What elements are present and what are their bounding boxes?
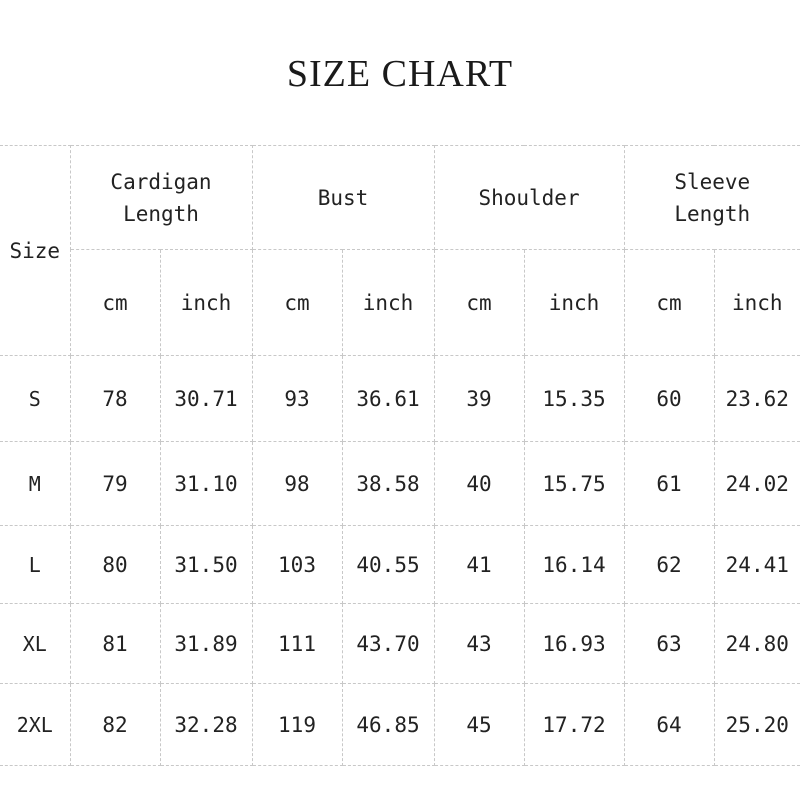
table-row: L 80 31.50 103 40.55 41 16.14 62 24.41 (0, 525, 800, 604)
table-cell: 60 (623, 355, 715, 442)
table-cell: 63 (623, 603, 715, 684)
table-row: 2XL 82 32.28 119 46.85 45 17.72 64 25.20 (0, 683, 800, 766)
sleeve-length-line2: Length (674, 201, 751, 226)
table-cell: 15.35 (523, 355, 625, 442)
sleeve-length-header: Sleeve Length (623, 145, 800, 250)
cardigan-length-line2: Length (123, 201, 199, 226)
shoulder-header: Shoulder (433, 145, 625, 250)
table-cell: 25.20 (713, 683, 800, 766)
table-cell: 93 (251, 355, 343, 442)
table-cell: 24.41 (713, 525, 800, 604)
cardigan-length-line1: Cardigan (110, 169, 212, 194)
table-cell: 32.28 (159, 683, 253, 766)
size-label: S (0, 355, 71, 442)
table-cell: 17.72 (523, 683, 625, 766)
table-cell: 78 (69, 355, 161, 442)
table-cell: 80 (69, 525, 161, 604)
table-cell: 31.89 (159, 603, 253, 684)
table-cell: 46.85 (341, 683, 435, 766)
size-chart-table: Size Cardigan Length Bust Shoulder Sleev… (0, 145, 800, 766)
table-cell: 15.75 (523, 441, 625, 526)
unit-cm: cm (251, 249, 343, 356)
table-cell: 30.71 (159, 355, 253, 442)
unit-cm: cm (433, 249, 525, 356)
shoulder-line1: Shoulder (478, 185, 580, 210)
unit-cm: cm (623, 249, 715, 356)
table-cell: 40 (433, 441, 525, 526)
table-cell: 98 (251, 441, 343, 526)
size-label: L (0, 525, 71, 604)
table-cell: 82 (69, 683, 161, 766)
unit-inch: inch (523, 249, 625, 356)
table-cell: 45 (433, 683, 525, 766)
sleeve-length-line1: Sleeve (674, 169, 751, 194)
table-cell: 111 (251, 603, 343, 684)
table-cell: 24.80 (713, 603, 800, 684)
table-cell: 23.62 (713, 355, 800, 442)
table-cell: 16.14 (523, 525, 625, 604)
table-cell: 38.58 (341, 441, 435, 526)
table-cell: 79 (69, 441, 161, 526)
table-cell: 39 (433, 355, 525, 442)
table-cell: 41 (433, 525, 525, 604)
unit-cm: cm (70, 249, 161, 356)
table-row: S 78 30.71 93 36.61 39 15.35 60 23.62 (0, 355, 800, 442)
table-cell: 119 (251, 683, 343, 766)
bust-line1: Bust (317, 185, 369, 210)
table-cell: 43 (433, 603, 525, 684)
page-title: SIZE CHART (286, 53, 514, 95)
table-cell: 31.50 (159, 525, 253, 604)
table-cell: 81 (69, 603, 161, 684)
table-cell: 36.61 (341, 355, 435, 442)
bust-header: Bust (251, 145, 435, 250)
unit-inch: inch (713, 249, 800, 356)
size-label: M (0, 441, 71, 526)
size-label: XL (0, 603, 71, 684)
table-cell: 24.02 (713, 441, 800, 526)
size-column-header: Size (0, 145, 71, 356)
cardigan-length-header: Cardigan Length (69, 145, 253, 250)
unit-inch: inch (159, 249, 253, 356)
size-label: 2XL (0, 683, 71, 766)
table-cell: 43.70 (341, 603, 435, 684)
unit-inch: inch (341, 249, 435, 356)
table-cell: 103 (251, 525, 343, 604)
table-cell: 31.10 (159, 441, 253, 526)
table-cell: 62 (623, 525, 715, 604)
table-row: M 79 31.10 98 38.58 40 15.75 61 24.02 (0, 441, 800, 526)
table-cell: 16.93 (523, 603, 625, 684)
table-cell: 64 (623, 683, 715, 766)
table-cell: 40.55 (341, 525, 435, 604)
table-cell: 61 (623, 441, 715, 526)
table-row: XL 81 31.89 111 43.70 43 16.93 63 24.80 (0, 603, 800, 684)
